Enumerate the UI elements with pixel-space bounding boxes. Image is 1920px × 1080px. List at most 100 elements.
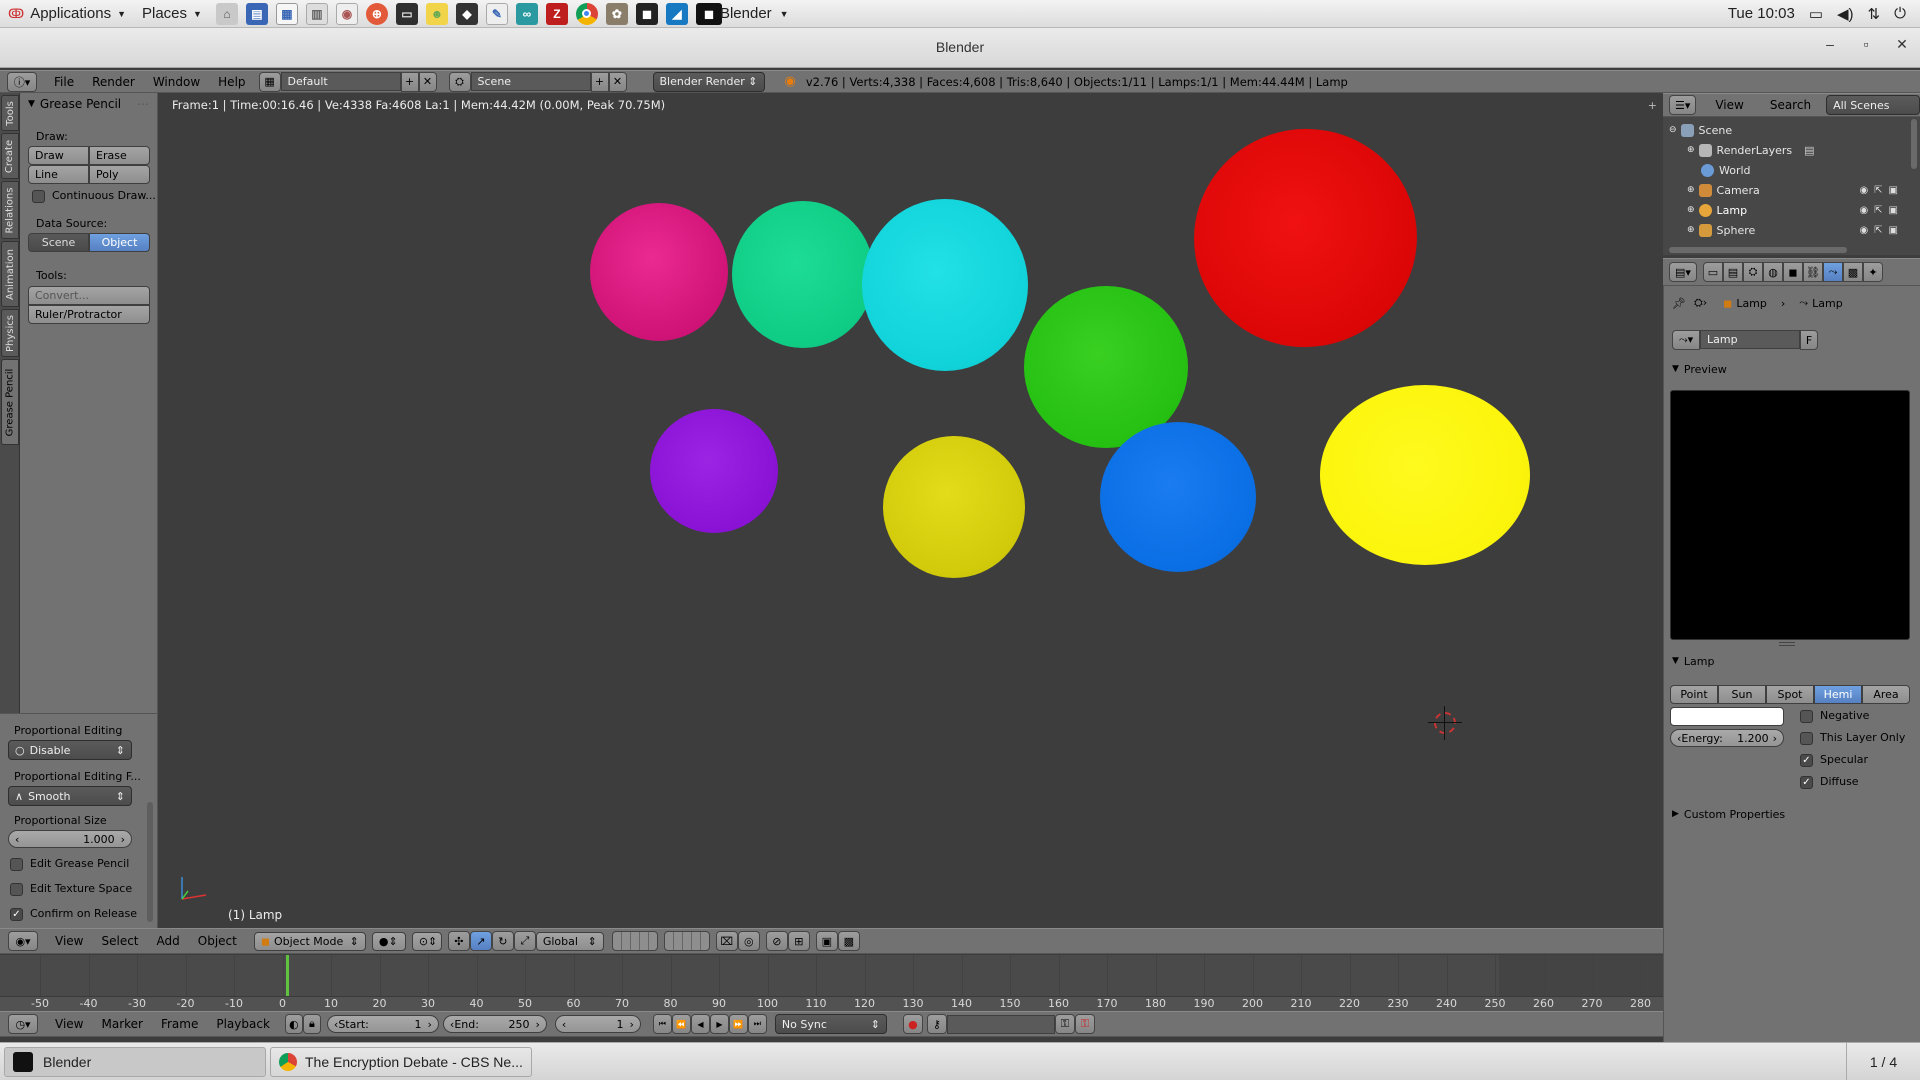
files-icon[interactable]: ▥ (305, 2, 328, 25)
sync-dropdown[interactable]: No Sync ⇕ (774, 1014, 887, 1034)
drag-handle-icon[interactable]: ⋯ (137, 97, 149, 111)
prev-keyframe-icon[interactable]: ⏪ (671, 1014, 691, 1034)
scene-icon[interactable]: ⛭ (448, 71, 471, 92)
continuous-draw-checkbox[interactable]: Continuous Draw... (32, 189, 156, 203)
fake-user-button[interactable]: F (1800, 330, 1818, 350)
editor-type-icon[interactable]: ◷▾ (8, 1014, 38, 1034)
render-engine-dropdown[interactable]: Blender Render ⇕ (652, 71, 765, 92)
menu-object[interactable]: Object (189, 934, 246, 948)
ruler-protractor-button[interactable]: Ruler/Protractor (28, 305, 150, 324)
outliner-hscrollbar[interactable] (1669, 247, 1847, 253)
outliner-row-sphere[interactable]: ⊕ Sphere ◉⇱▣ (1663, 220, 1920, 240)
convert-button[interactable]: Convert... (28, 286, 150, 305)
arduino-icon[interactable]: ∞ (515, 2, 538, 25)
scene-source-button[interactable]: Scene (28, 233, 89, 252)
pidgin-icon[interactable]: ☻ (425, 2, 448, 25)
jump-start-icon[interactable]: ⏮ (652, 1014, 672, 1034)
start-frame-field[interactable]: ‹ Start: 1 › (326, 1015, 439, 1033)
maximize-button[interactable]: ▫ (1856, 36, 1876, 53)
confirm-on-release-checkbox[interactable]: ✓ Confirm on Release (10, 907, 137, 921)
screen-layout-field[interactable]: Default (280, 72, 401, 91)
erase-button[interactable]: Erase (89, 146, 150, 165)
cube-icon[interactable]: ◼ (635, 2, 658, 25)
display-mode-dropdown[interactable]: All Scenes (1826, 95, 1920, 115)
render-layers-tab-icon[interactable]: ▤ (1723, 262, 1743, 282)
render-anim-icon[interactable]: ▩ (837, 931, 860, 951)
keying-set-field[interactable] (946, 1014, 1055, 1034)
insert-keyframe-icon[interactable]: ⚿ (1054, 1014, 1075, 1034)
network-icon[interactable]: ▤ (245, 2, 268, 25)
preview-range-icon[interactable]: ◐ (284, 1014, 303, 1034)
play-icon[interactable]: ▶ (709, 1014, 729, 1034)
teal-sphere[interactable] (732, 201, 874, 348)
menu-view[interactable]: View (1706, 98, 1752, 112)
viewport-shading-dropdown[interactable]: ●⇕ (371, 931, 406, 951)
type-area-button[interactable]: Area (1862, 685, 1910, 704)
volume-icon[interactable]: ◀) (1837, 5, 1854, 23)
next-keyframe-icon[interactable]: ⏩ (728, 1014, 748, 1034)
close-button[interactable]: ✕ (1892, 36, 1912, 53)
layout-icon[interactable]: ▦ (258, 71, 281, 92)
scene-field[interactable]: Scene (470, 72, 591, 91)
end-frame-field[interactable]: ‹ End: 250 › (442, 1015, 547, 1033)
photo-icon[interactable]: ◉ (335, 2, 358, 25)
outliner-row-world[interactable]: World (1663, 160, 1920, 180)
negative-checkbox[interactable]: Negative (1800, 709, 1869, 723)
remove-scene-icon[interactable]: ✕ (608, 71, 627, 92)
delete-keyframe-icon[interactable]: ⚿ (1074, 1014, 1095, 1034)
scene-tab-icon[interactable]: ⛭ (1743, 262, 1763, 282)
proportional-edit-icon[interactable]: ◎ (737, 931, 760, 951)
visibility-toggles[interactable]: ◉⇱▣ (1859, 225, 1904, 236)
network-tray-icon[interactable]: ⇅ (1868, 5, 1881, 23)
type-point-button[interactable]: Point (1670, 685, 1718, 704)
lock-camera-icon[interactable]: ⌧ (715, 931, 738, 951)
outliner-row-camera[interactable]: ⊕ Camera ◉⇱▣ (1663, 180, 1920, 200)
editor-type-icon[interactable]: ⓘ▾ (7, 71, 37, 92)
menu-help[interactable]: Help (209, 75, 254, 89)
menu-marker[interactable]: Marker (92, 1017, 151, 1031)
applications-menu[interactable]: ↂ Applications ▼ (0, 0, 134, 28)
this-layer-only-checkbox[interactable]: This Layer Only (1800, 731, 1905, 745)
minimize-button[interactable]: – (1820, 36, 1840, 53)
falloff-dropdown[interactable]: ∧ Smooth ⇕ (8, 786, 132, 806)
viewport-corner-plus-icon[interactable]: + (1648, 99, 1657, 112)
tab-relations[interactable]: Relations (1, 181, 19, 239)
snap-icon[interactable]: ⊘ (765, 931, 788, 951)
home-folder-icon[interactable]: ⌂ (215, 2, 238, 25)
editor-icon[interactable]: ✎ (485, 2, 508, 25)
custom-properties-header[interactable]: ▶ Custom Properties (1664, 803, 1920, 825)
editor-type-icon[interactable]: ☰▾ (1669, 95, 1697, 115)
pivot-dropdown[interactable]: ⊙⇕ (411, 931, 442, 951)
olive-yellow-sphere[interactable] (883, 436, 1025, 578)
preview-panel-header[interactable]: ▼ Preview (1664, 358, 1920, 380)
blender-app-icon[interactable]: ◼ (695, 2, 722, 25)
lamp-name-field[interactable]: Lamp (1700, 330, 1800, 349)
menu-window[interactable]: Window (144, 75, 209, 89)
clock[interactable]: Tue 10:03 (1728, 5, 1795, 22)
inkscape-icon[interactable]: ◆ (455, 2, 478, 25)
physics-tab-icon[interactable]: ✦ (1863, 262, 1883, 282)
edit-grease-pencil-checkbox[interactable]: Edit Grease Pencil (10, 857, 129, 871)
type-spot-button[interactable]: Spot (1766, 685, 1814, 704)
outliner-row-renderlayers[interactable]: ⊕ RenderLayers ▤ (1663, 140, 1920, 160)
type-hemi-button[interactable]: Hemi (1814, 685, 1862, 704)
task-browser[interactable]: The Encryption Debate - CBS Ne... (270, 1047, 532, 1077)
editor-type-icon[interactable]: ◉▾ (8, 931, 38, 951)
preview-resize-handle[interactable] (1779, 642, 1795, 646)
constraints-tab-icon[interactable]: ⛓ (1803, 262, 1823, 282)
lamp-color-swatch[interactable] (1670, 707, 1784, 726)
rotate-icon[interactable]: ↻ (491, 931, 514, 951)
world-tab-icon[interactable]: ◍ (1763, 262, 1783, 282)
power-icon[interactable]: ⏻ (1894, 5, 1906, 22)
layers-block-1[interactable] (611, 931, 658, 951)
specular-checkbox[interactable]: ✓ Specular (1800, 753, 1868, 767)
current-frame-field[interactable]: ‹ 1 › (554, 1015, 641, 1033)
tab-animation[interactable]: Animation (1, 241, 19, 307)
menu-file[interactable]: File (45, 75, 83, 89)
workspace-switcher[interactable]: 1 / 4 (1846, 1043, 1920, 1080)
layers-block-2[interactable] (663, 931, 710, 951)
lamp-browse-icon[interactable]: ⤳▾ (1672, 330, 1700, 350)
mode-dropdown[interactable]: ◼ Object Mode ⇕ (253, 931, 366, 951)
menu-frame[interactable]: Frame (152, 1017, 207, 1031)
line-button[interactable]: Line (28, 165, 89, 184)
